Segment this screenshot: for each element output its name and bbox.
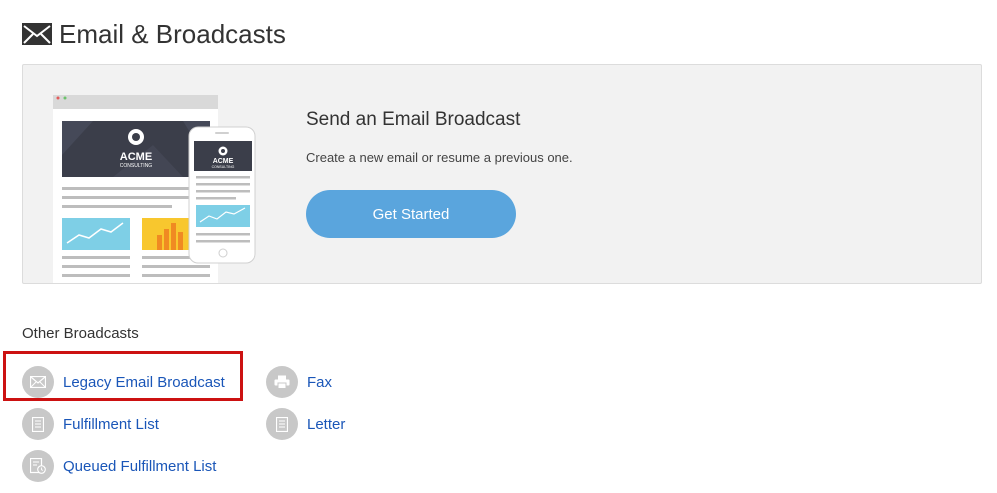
legacy-email-broadcast-label[interactable]: Legacy Email Broadcast (63, 374, 225, 391)
brand-name: ACME (120, 151, 152, 163)
email-broadcast-hero: ACME CONSULTING ACME CONSULTING Send an … (22, 64, 982, 284)
get-started-button[interactable]: Get Started (306, 190, 516, 238)
document-icon (266, 408, 298, 440)
letter-link[interactable]: Letter (266, 408, 345, 440)
email-preview-illustration: ACME CONSULTING ACME CONSULTING (53, 95, 256, 283)
brand-tagline: CONSULTING (120, 163, 153, 169)
envelope-icon (22, 23, 52, 45)
other-broadcasts-title: Other Broadcasts (22, 325, 139, 342)
legacy-email-broadcast-link[interactable]: Legacy Email Broadcast (22, 366, 225, 398)
letter-label[interactable]: Letter (307, 416, 345, 433)
fulfillment-list-label[interactable]: Fulfillment List (63, 416, 159, 433)
document-clock-icon (22, 450, 54, 482)
queued-fulfillment-list-link[interactable]: Queued Fulfillment List (22, 450, 216, 482)
page-title: Email & Broadcasts (59, 18, 286, 49)
phone-brand-tagline: CONSULTING (212, 165, 235, 169)
phone-brand-name: ACME (213, 158, 234, 165)
page-header: Email & Broadcasts (22, 16, 286, 52)
hero-title: Send an Email Broadcast (306, 109, 521, 130)
fax-label[interactable]: Fax (307, 374, 332, 391)
fulfillment-list-link[interactable]: Fulfillment List (22, 408, 159, 440)
fax-link[interactable]: Fax (266, 366, 332, 398)
document-icon (22, 408, 54, 440)
envelope-icon (22, 366, 54, 398)
hero-subtitle: Create a new email or resume a previous … (306, 150, 573, 165)
queued-fulfillment-list-label[interactable]: Queued Fulfillment List (63, 458, 216, 475)
printer-icon (266, 366, 298, 398)
